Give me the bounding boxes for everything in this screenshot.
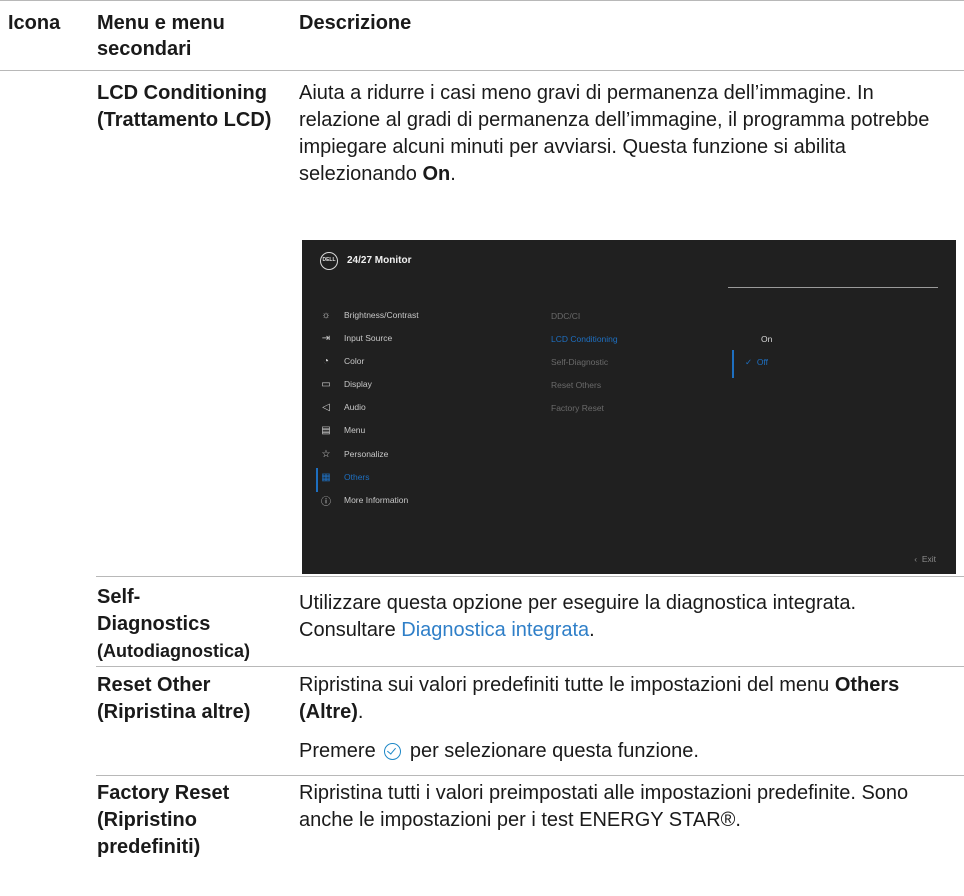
self-diagnostics-description: Utilizzare questa opzione per eseguire l… bbox=[299, 592, 857, 641]
reset-other-label: Reset Other (Ripristina altre) bbox=[97, 674, 251, 723]
osd-menu-brightness[interactable]: ☼ Brightness/Contrast bbox=[320, 308, 418, 322]
osd-menu-audio[interactable]: ◁ Audio bbox=[320, 400, 366, 414]
self-diagnostics-label: Self- Diagnostics (Autodiagnostica) bbox=[97, 586, 250, 661]
osd-screenshot: DELL 24/27 Monitor ☼ Brightness/Contrast … bbox=[302, 240, 956, 574]
diagnostica-integrata-link[interactable]: Diagnostica integrata bbox=[401, 619, 589, 641]
menu-icon: ▤ bbox=[321, 424, 331, 436]
osd-option-selection-bar bbox=[732, 350, 734, 378]
header-rule bbox=[0, 70, 964, 71]
osd-option-on[interactable]: On bbox=[761, 334, 772, 344]
others-icon: ▦ bbox=[321, 471, 331, 483]
osd-menu-others[interactable]: ▦ Others bbox=[320, 470, 369, 484]
osd-divider bbox=[728, 287, 938, 288]
chevron-left-icon: ‹ bbox=[914, 554, 918, 564]
osd-menu-more-information[interactable]: ⓘ More Information bbox=[320, 493, 408, 508]
osd-title: 24/27 Monitor bbox=[347, 255, 412, 266]
header-description: Descrizione bbox=[299, 12, 412, 34]
osd-menu-display[interactable]: ▭ Display bbox=[320, 377, 372, 391]
reset-other-description: Ripristina sui valori predefiniti tutte … bbox=[299, 674, 900, 723]
palette-icon: ◔ bbox=[322, 355, 330, 367]
factory-reset-description: Ripristina tutti i valori preimpostati a… bbox=[299, 782, 909, 831]
speaker-icon: ◁ bbox=[322, 401, 330, 413]
dell-logo: DELL bbox=[320, 252, 338, 270]
factory-reset-label: Factory Reset (Ripristino predefiniti) bbox=[97, 782, 230, 858]
osd-menu-input-source[interactable]: ⇥ Input Source bbox=[320, 331, 392, 345]
lcd-on-bold: On bbox=[422, 163, 451, 185]
sun-icon: ☼ bbox=[321, 309, 331, 321]
input-icon: ⇥ bbox=[321, 332, 331, 344]
row-rule-3 bbox=[96, 775, 964, 776]
star-icon: ☆ bbox=[321, 448, 331, 460]
osd-sub-factory-reset[interactable]: Factory Reset bbox=[551, 403, 604, 413]
lcd-tail: . bbox=[450, 163, 456, 185]
osd-menu-selection-bar bbox=[316, 468, 318, 492]
osd-sub-self-diagnostic[interactable]: Self-Diagnostic bbox=[551, 357, 608, 367]
header-menu: Menu e menu secondari bbox=[97, 12, 225, 60]
lcd-conditioning-description: Aiuta a ridurre i casi meno gravi di per… bbox=[299, 80, 954, 188]
row-rule-1 bbox=[96, 576, 964, 577]
osd-menu-color[interactable]: ◔ Color bbox=[320, 354, 364, 368]
header-icon: Icona bbox=[8, 12, 61, 34]
display-icon: ▭ bbox=[321, 378, 331, 390]
check-icon: ✓ bbox=[745, 357, 753, 367]
osd-sub-ddcci[interactable]: DDC/CI bbox=[551, 311, 580, 321]
row-rule-2 bbox=[96, 666, 964, 667]
check-circle-icon bbox=[384, 743, 402, 760]
reset-other-instruction: Premere per selezionare questa funzione. bbox=[299, 740, 699, 762]
osd-sub-reset-others[interactable]: Reset Others bbox=[551, 380, 601, 390]
osd-sub-lcd-conditioning[interactable]: LCD Conditioning bbox=[551, 334, 618, 344]
lcd-text: Aiuta a ridurre i casi meno gravi di per… bbox=[299, 82, 930, 185]
lcd-conditioning-label: LCD Conditioning (Trattamento LCD) bbox=[97, 82, 272, 131]
osd-option-off[interactable]: ✓ Off bbox=[745, 357, 768, 368]
osd-menu-menu[interactable]: ▤ Menu bbox=[320, 423, 365, 437]
osd-exit[interactable]: ‹ Exit bbox=[914, 554, 936, 564]
table-top-rule bbox=[0, 0, 964, 1]
info-icon: ⓘ bbox=[321, 496, 331, 508]
osd-menu-personalize[interactable]: ☆ Personalize bbox=[320, 447, 389, 461]
